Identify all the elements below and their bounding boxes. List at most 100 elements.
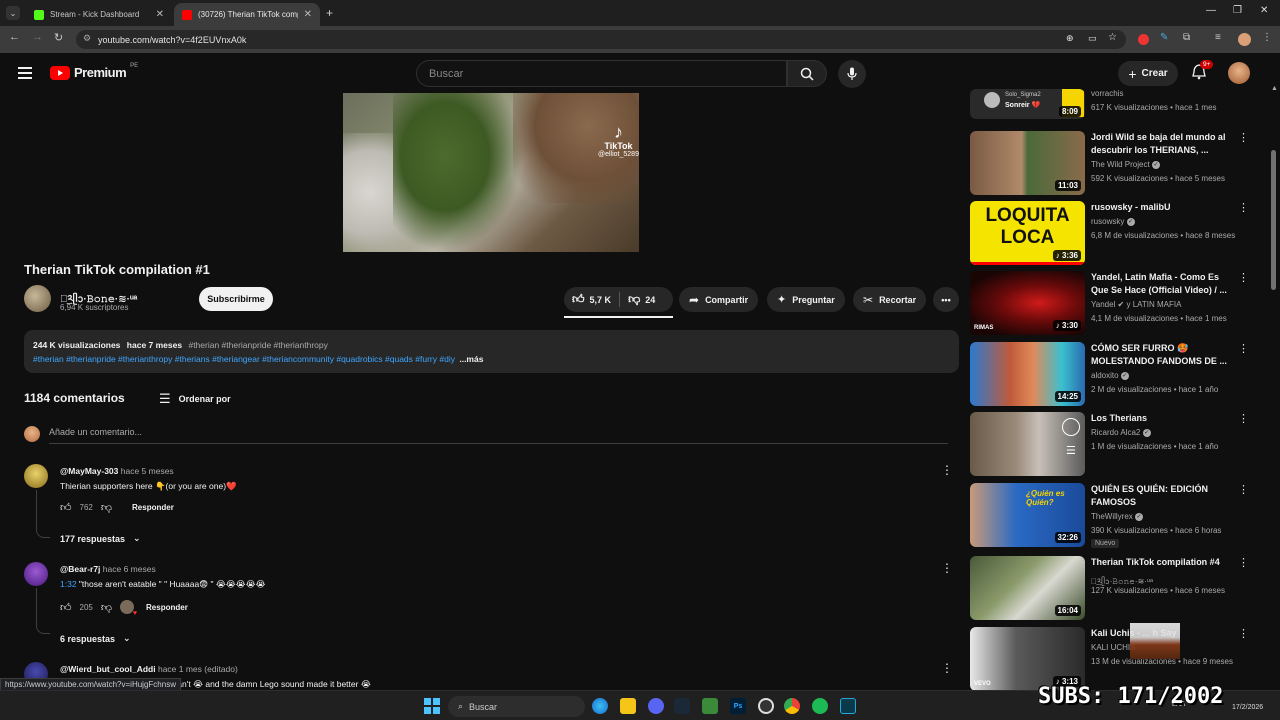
video-channel[interactable]: aldoxito ✓ [1091, 371, 1129, 380]
extension-red-icon[interactable] [1138, 34, 1149, 45]
video-more-icon[interactable]: ⋮ [1238, 627, 1249, 640]
recommended-video[interactable]: LOQUITA LOCA ♪ 3:36 rusowsky - malibU rus… [970, 201, 1260, 265]
recommended-video[interactable]: RIMAS ♪ 3:30 Yandel, Latin Mafia - Como … [970, 271, 1260, 335]
taskbar-date[interactable]: 17/2/2026 [1232, 704, 1263, 711]
video-channel[interactable]: Ricardo Alca2 ✓ [1091, 428, 1151, 437]
clip-button[interactable]: ✂ Recortar [853, 287, 927, 312]
spotify-icon[interactable] [812, 698, 828, 714]
chrome-icon[interactable] [784, 698, 800, 714]
video-more-icon[interactable]: ⋮ [1238, 131, 1249, 144]
video-channel[interactable]: KALI UCHIS [1091, 643, 1135, 652]
tab-youtube[interactable]: (30726) Therian TikTok compilation ✕ [174, 3, 320, 26]
comment-author[interactable]: @Wierd_but_cool_Addi [60, 664, 156, 674]
video-title[interactable]: Los Therians [1091, 412, 1231, 425]
more-actions-button[interactable]: ••• [933, 287, 959, 312]
video-thumbnail[interactable]: 14:25 [970, 342, 1085, 406]
maximize-window-icon[interactable]: ❐ [1233, 5, 1242, 16]
view-replies-button[interactable]: 177 respuestas ⌄ [60, 533, 141, 544]
reload-icon[interactable]: ↻ [54, 31, 63, 44]
create-button[interactable]: + Crear [1118, 61, 1178, 86]
comment-more-icon[interactable]: ⋮ [941, 661, 953, 675]
notifications-button[interactable]: 9+ [1192, 60, 1214, 85]
video-title[interactable]: Jordi Wild se baja del mundo al descubri… [1091, 131, 1231, 157]
discord-icon[interactable] [648, 698, 664, 714]
browser-menu-icon[interactable]: ⋮ [1262, 32, 1272, 43]
hamburger-menu-icon[interactable] [18, 67, 32, 79]
taskbar-search[interactable]: ⌕ Buscar [448, 696, 585, 717]
subscribe-button[interactable]: Subscribirme [199, 287, 273, 311]
video-channel[interactable]: The Wild Project ✓ [1091, 160, 1160, 169]
video-thumbnail[interactable]: RIMAS ♪ 3:30 [970, 271, 1085, 335]
recommended-video[interactable]: 16:04 Therian TikTok compilation #4 ৃ͢༢ᥫ… [970, 556, 1260, 620]
minecraft-icon[interactable] [702, 698, 718, 714]
back-arrow-icon[interactable]: ← [9, 31, 20, 43]
account-avatar[interactable] [1228, 62, 1250, 84]
comment-author[interactable]: @Bear-r7j [60, 564, 100, 574]
close-tab-icon[interactable]: ✕ [156, 9, 164, 20]
channel-avatar[interactable] [24, 285, 51, 312]
video-thumbnail[interactable]: ☰ [970, 412, 1085, 476]
thumbs-down-icon[interactable]: 👎︎ [101, 501, 112, 514]
voice-search-button[interactable] [838, 60, 866, 88]
recommended-video[interactable]: 14:25 CÓMO SER FURRO 🥵 MOLESTANDO FANDOM… [970, 342, 1260, 406]
video-title[interactable]: CÓMO SER FURRO 🥵 MOLESTANDO FANDOMS DE .… [1091, 342, 1231, 368]
minimize-window-icon[interactable]: — [1206, 5, 1216, 16]
video-channel[interactable]: rusowsky ✓ [1091, 217, 1135, 226]
file-explorer-icon[interactable] [620, 698, 636, 714]
video-thumbnail[interactable]: Solo_Sigma2 Sonreir 💔 8:09 [970, 89, 1085, 119]
dislike-button[interactable]: 👎︎ 24 [620, 292, 655, 307]
close-window-icon[interactable]: ✕ [1260, 5, 1268, 16]
bookmark-star-icon[interactable]: ☆ [1108, 32, 1117, 43]
add-comment-input[interactable]: Añade un comentario... [49, 427, 142, 437]
show-more-link[interactable]: ...más [459, 354, 483, 364]
video-title[interactable]: QUIÉN ES QUIÉN: EDICIÓN FAMOSOS [1091, 483, 1231, 509]
video-title[interactable]: Yandel, Latin Mafia - Como Es Que Se Hac… [1091, 271, 1231, 297]
tab-search-icon[interactable]: ≡ [1215, 32, 1221, 43]
video-title[interactable]: rusowsky - malibU [1091, 201, 1231, 214]
video-channel[interactable]: vorrachis [1091, 89, 1123, 98]
video-more-icon[interactable]: ⋮ [1238, 271, 1249, 284]
video-more-icon[interactable]: ⋮ [1238, 201, 1249, 214]
tab-kick-dashboard[interactable]: Stream - Kick Dashboard ✕ [26, 3, 172, 26]
recommended-video[interactable]: Solo_Sigma2 Sonreir 💔 8:09 vorrachis 617… [970, 89, 1260, 129]
sort-comments-button[interactable]: ☰ Ordenar por [159, 391, 231, 407]
comment-avatar[interactable] [24, 562, 48, 586]
video-channel[interactable]: TheWillyrex ✓ [1091, 512, 1144, 521]
site-info-icon[interactable]: ⚙ [83, 33, 91, 44]
terminal-icon[interactable] [840, 698, 856, 714]
view-replies-button[interactable]: 6 respuestas ⌄ [60, 633, 131, 644]
video-more-icon[interactable]: ⋮ [1238, 342, 1249, 355]
extension-tool-icon[interactable]: ✎ [1160, 32, 1168, 43]
comment-author[interactable]: @MayMay-303 [60, 466, 118, 476]
video-title[interactable]: Therian TikTok compilation #4 [1091, 556, 1231, 569]
close-tab-icon[interactable]: ✕ [304, 9, 312, 20]
video-thumbnail[interactable]: 16:04 [970, 556, 1085, 620]
windows-start-icon[interactable] [424, 698, 440, 714]
search-button[interactable] [787, 60, 827, 87]
video-thumbnail[interactable]: VEVO ♪ 3:13 [970, 627, 1085, 691]
thumbs-up-icon[interactable]: 👍︎ [60, 601, 72, 614]
recommended-video[interactable]: VEVO ♪ 3:13 Kali Uchis - ... h Say KALI … [970, 623, 1260, 691]
new-tab-button[interactable]: + [326, 6, 333, 20]
share-button[interactable]: ➦ Compartir [679, 287, 759, 312]
steam-icon[interactable] [674, 698, 690, 714]
thumbs-down-icon[interactable]: 👎︎ [101, 601, 112, 614]
add-to-queue-icon[interactable]: ☰ [1066, 444, 1076, 457]
scroll-up-arrow-icon[interactable]: ▲ [1271, 85, 1278, 92]
video-more-icon[interactable]: ⋮ [1238, 556, 1249, 569]
comment-more-icon[interactable]: ⋮ [941, 463, 953, 477]
recommended-video[interactable]: ¿Quién es Quién? 32:26 QUIÉN ES QUIÉN: ED… [970, 483, 1260, 548]
thumbs-up-icon[interactable]: 👍︎ [60, 501, 72, 514]
profile-avatar[interactable] [1238, 33, 1251, 46]
search-input[interactable]: Buscar [416, 60, 787, 87]
extensions-puzzle-icon[interactable]: ⧉ [1183, 32, 1190, 43]
reply-button[interactable]: Responder [132, 503, 174, 512]
recommended-video[interactable]: ☰ Los Therians Ricardo Alca2 ✓ 1 M de vi… [970, 412, 1260, 476]
comment-avatar[interactable] [24, 464, 48, 488]
forward-arrow-icon[interactable]: → [32, 31, 43, 43]
video-more-icon[interactable]: ⋮ [1238, 483, 1249, 496]
youtube-premium-logo[interactable]: Premium PE [50, 63, 138, 80]
reply-button[interactable]: Responder [146, 603, 188, 612]
watch-later-icon[interactable] [1062, 418, 1080, 436]
zoom-icon[interactable]: ⊕ [1066, 33, 1074, 44]
